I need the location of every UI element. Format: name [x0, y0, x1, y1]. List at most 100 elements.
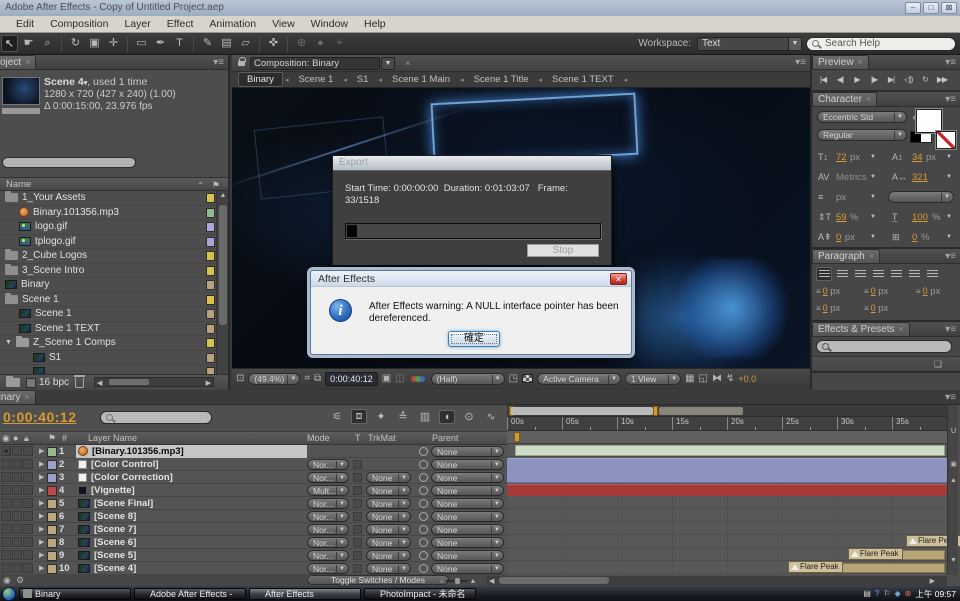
- close-icon[interactable]: ×: [866, 94, 871, 104]
- scrollbar-thumb[interactable]: [499, 577, 609, 584]
- brush-tool-icon[interactable]: ✎: [199, 35, 216, 52]
- layer-name-cell[interactable]: [Color Control]: [76, 458, 307, 471]
- leading-value[interactable]: 34: [912, 152, 923, 163]
- panel-menu-icon[interactable]: ▾≡: [945, 393, 956, 403]
- selection-tool-icon[interactable]: ↖: [1, 35, 18, 52]
- label-chip[interactable]: [206, 208, 215, 218]
- pickwhip-icon[interactable]: [419, 486, 428, 495]
- chevron-down-icon[interactable]: ▼: [870, 194, 876, 200]
- menu-item[interactable]: Composition: [42, 16, 116, 33]
- project-item[interactable]: Scene 1 TEXT: [0, 322, 218, 337]
- composition-canvas[interactable]: Export Start Time: 0:00:00:00 Duration: …: [232, 88, 810, 368]
- clone-stamp-tool-icon[interactable]: ▤: [218, 35, 235, 52]
- menu-item[interactable]: View: [264, 16, 303, 33]
- justify-right-button[interactable]: [906, 267, 922, 281]
- stroke-color-swatch[interactable]: [936, 131, 956, 149]
- audio-layer-bar[interactable]: [515, 445, 945, 456]
- ok-button[interactable]: 確定: [448, 331, 500, 347]
- zoom-slider-knob[interactable]: [455, 578, 460, 584]
- grid-icon[interactable]: ▦: [685, 373, 694, 384]
- viewer-timecode[interactable]: 0:00:40:12: [325, 372, 378, 386]
- navigator-end-handle[interactable]: [653, 406, 658, 416]
- blend-mode-select[interactable]: Nor...▼: [307, 459, 349, 470]
- lock-toggle[interactable]: [23, 563, 33, 573]
- channels-icon[interactable]: [415, 376, 421, 382]
- paragraph-field[interactable]: ≡0 px: [916, 286, 960, 299]
- zoom-slider[interactable]: [446, 580, 468, 582]
- close-icon[interactable]: ×: [405, 58, 410, 68]
- justify-full-button[interactable]: [924, 267, 940, 281]
- lock-toggle[interactable]: [23, 524, 33, 534]
- solo-toggle[interactable]: [12, 550, 22, 560]
- tray-app-icon[interactable]: ◆: [895, 589, 901, 598]
- export-dialog-title[interactable]: Export: [333, 156, 611, 170]
- next-frame-button[interactable]: |▶: [866, 73, 882, 87]
- layer-row[interactable]: ◄) ▶ 1 [Binary.101356.mp3] None▼: [0, 445, 507, 458]
- search-help-input[interactable]: Search Help: [806, 37, 956, 51]
- axis-mode-icon[interactable]: ●: [312, 35, 329, 52]
- bit-depth-button[interactable]: 16 bpc: [26, 377, 69, 388]
- eraser-tool-icon[interactable]: ▱: [237, 35, 254, 52]
- paragraph-field[interactable]: ≡0 px: [816, 286, 864, 299]
- timeline-navigator[interactable]: [507, 405, 947, 417]
- fast-preview-icon[interactable]: ↯: [726, 373, 734, 384]
- solo-toggle[interactable]: [12, 524, 22, 534]
- expand-transfer-controls-icon[interactable]: ⚙: [16, 575, 24, 586]
- expander-icon[interactable]: ▼: [5, 339, 12, 346]
- scroll-up-icon[interactable]: ▲: [949, 477, 958, 484]
- vignette-layer-bar[interactable]: [507, 484, 947, 496]
- expander-icon[interactable]: ▶: [39, 486, 44, 494]
- tab-effects-presets[interactable]: Effects & Presets×: [812, 322, 910, 336]
- expander-icon[interactable]: ▶: [39, 499, 44, 507]
- baseline-shift-value[interactable]: 0: [836, 232, 841, 243]
- paragraph-field[interactable]: ≡0 px: [864, 303, 916, 316]
- font-size-value[interactable]: 72: [836, 152, 847, 163]
- label-chip[interactable]: [47, 538, 57, 548]
- t-switch[interactable]: [353, 551, 362, 560]
- magnification-select[interactable]: (49.4%)▼: [248, 373, 300, 385]
- parent-select[interactable]: None▼: [431, 524, 504, 535]
- viewer-tab[interactable]: Scene 1 TEXT: [544, 73, 622, 86]
- label-chip[interactable]: [47, 551, 57, 561]
- taskbar-button[interactable]: Binary: [19, 588, 131, 600]
- label-chip[interactable]: [206, 338, 215, 348]
- layer-tracks[interactable]: Flare Peak Flare Peak Flare Peak: [507, 444, 947, 575]
- close-icon[interactable]: ×: [24, 392, 29, 402]
- label-chip[interactable]: [206, 280, 215, 290]
- graph-editor-icon[interactable]: ∿: [483, 410, 499, 423]
- zoom-tool-icon[interactable]: ⌕: [39, 35, 56, 52]
- scroll-down-icon[interactable]: ▼: [949, 557, 958, 564]
- auto-keyframe-icon[interactable]: ⊙: [461, 410, 477, 423]
- solo-toggle[interactable]: [12, 511, 22, 521]
- scroll-left-icon[interactable]: ◀: [489, 577, 494, 585]
- pickwhip-icon[interactable]: [419, 447, 428, 456]
- horizontal-scale-value[interactable]: 100: [912, 212, 928, 223]
- layer-name-cell[interactable]: [Scene 4]: [76, 562, 307, 575]
- shy-layers-icon[interactable]: ✦: [373, 410, 389, 423]
- type-tool-icon[interactable]: T: [171, 35, 188, 52]
- timeline-hscrollbar[interactable]: ◀ ▶: [487, 576, 947, 586]
- comp-flowchart-icon[interactable]: ⚟: [329, 410, 345, 423]
- video-audio-toggle[interactable]: [1, 524, 11, 534]
- scroll-right-icon[interactable]: ▶: [930, 577, 935, 585]
- layer-row[interactable]: ▶ 3 [Color Correction] Nor...▼ None▼ Non…: [0, 471, 507, 484]
- pickwhip-icon[interactable]: [419, 564, 428, 573]
- label-chip[interactable]: [47, 460, 57, 470]
- toggle-switches-modes-button[interactable]: Toggle Switches / Modes: [307, 575, 449, 585]
- label-chip[interactable]: [47, 447, 57, 457]
- camera-tool-icon[interactable]: ▣: [86, 35, 103, 52]
- workspace-select[interactable]: Text ▼: [697, 37, 802, 51]
- chevron-down-icon[interactable]: ▼: [870, 234, 876, 240]
- layer-row[interactable]: ▶ 10 [Scene 4] Nor...▼ None▼ None▼: [0, 562, 507, 575]
- label-chip[interactable]: [206, 266, 215, 276]
- panel-menu-icon[interactable]: ▾≡: [945, 58, 956, 68]
- close-icon[interactable]: ×: [869, 251, 874, 261]
- region-icon[interactable]: ⊡: [236, 373, 244, 384]
- scrollbar-thumb[interactable]: [109, 379, 149, 385]
- new-panel-icon[interactable]: ❏: [934, 359, 942, 370]
- pan-behind-tool-icon[interactable]: ✛: [105, 35, 122, 52]
- effects-search-input[interactable]: [816, 340, 952, 353]
- layer-name-cell[interactable]: [Scene 5]: [76, 549, 307, 562]
- label-chip[interactable]: [47, 473, 57, 483]
- project-item[interactable]: S1: [0, 351, 218, 366]
